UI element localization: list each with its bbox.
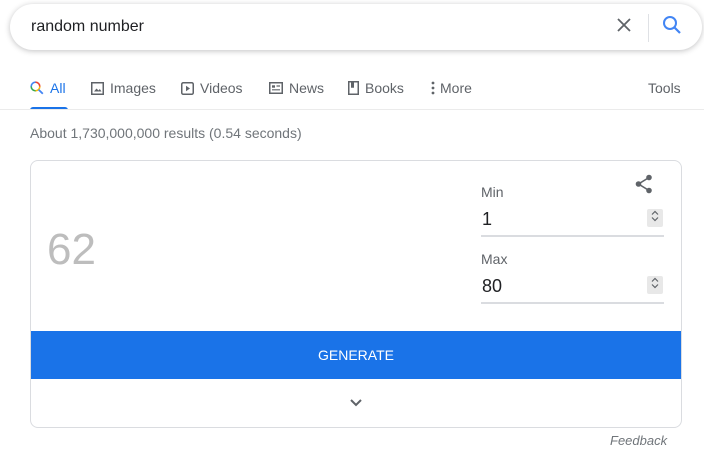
tab-label: All (50, 80, 66, 96)
search-button[interactable] (660, 15, 684, 39)
feedback-link[interactable]: Feedback (610, 433, 667, 448)
max-label: Max (481, 251, 508, 267)
tab-label: Books (365, 80, 404, 96)
tab-label: Images (110, 80, 156, 96)
random-number-card: 62 Min Max GENERATE (30, 160, 682, 428)
tools-button[interactable]: Tools (648, 80, 681, 110)
max-input[interactable] (482, 272, 632, 300)
min-label: Min (481, 184, 504, 200)
search-tabs: All Images Videos News Books More Tools (0, 70, 704, 110)
tab-all[interactable]: All (30, 80, 66, 110)
expand-button[interactable] (31, 379, 681, 427)
min-input[interactable] (482, 205, 632, 233)
search-input[interactable] (31, 4, 591, 50)
close-icon (616, 17, 632, 38)
search-divider (648, 14, 649, 42)
clear-search-button[interactable] (612, 15, 636, 39)
result-stats: About 1,730,000,000 results (0.54 second… (30, 125, 302, 141)
tab-label: More (440, 80, 472, 96)
min-field (481, 205, 664, 237)
max-stepper[interactable] (647, 276, 663, 294)
tools-label: Tools (648, 80, 681, 96)
tab-images[interactable]: Images (91, 80, 156, 110)
share-icon (633, 174, 655, 199)
image-icon (91, 80, 104, 96)
tab-books[interactable]: Books (348, 80, 404, 110)
tab-label: News (289, 80, 325, 96)
tab-videos[interactable]: Videos (181, 80, 243, 110)
search-icon (662, 15, 682, 40)
tab-label: Videos (200, 80, 243, 96)
search-bar (10, 4, 702, 50)
tabs-divider (0, 109, 704, 110)
tab-news[interactable]: News (269, 80, 324, 110)
play-icon (181, 80, 194, 96)
news-icon (269, 80, 283, 96)
generate-button[interactable]: GENERATE (31, 331, 681, 379)
book-icon (348, 80, 359, 96)
chevron-down-icon (349, 394, 363, 412)
max-field (481, 272, 664, 304)
more-vertical-icon (431, 80, 435, 96)
stepper-arrows-icon (651, 276, 659, 294)
generated-number: 62 (47, 225, 96, 274)
search-multicolor-icon (30, 80, 44, 96)
tab-more[interactable]: More (431, 80, 472, 110)
share-button[interactable] (633, 173, 657, 197)
min-stepper[interactable] (647, 209, 663, 227)
stepper-arrows-icon (651, 209, 659, 227)
